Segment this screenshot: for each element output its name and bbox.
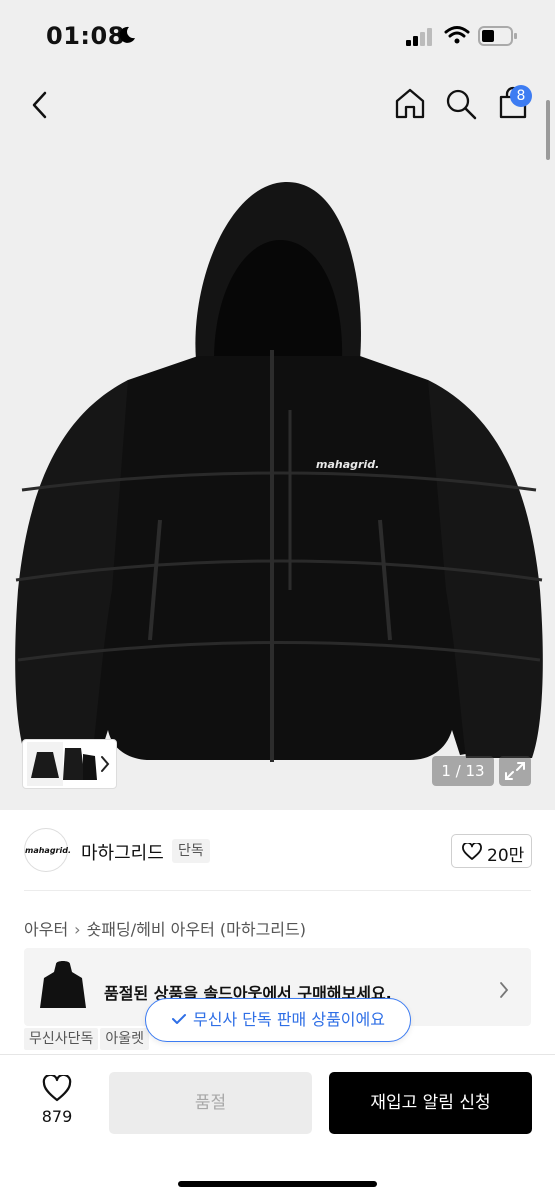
heart-icon [462,843,482,860]
tag: 아울렛 [100,1028,150,1050]
expand-icon [505,762,525,780]
restock-alert-button[interactable]: 재입고 알림 신청 [329,1072,532,1134]
signal-icon [406,28,432,46]
image-page-counter: 1 / 13 [432,756,494,786]
breadcrumb-subcategory[interactable]: 숏패딩/헤비 아우터 (마하그리드) [87,916,306,940]
brand-like-button[interactable]: 20만 [451,834,532,868]
moon-icon [119,26,135,43]
chevron-right-icon: › [74,920,81,939]
thumbnail-images [27,742,97,786]
wifi-icon [444,26,470,44]
wishlist-count: 879 [41,1107,73,1126]
heart-icon [42,1075,72,1102]
cart-count-badge: 8 [510,85,532,107]
home-icon[interactable] [393,86,427,120]
brand-logo[interactable]: mahagrid. [24,828,71,872]
jacket-brand-print: mahagrid. [316,458,379,471]
divider [24,890,531,891]
thumbnail-strip[interactable] [22,739,117,789]
home-indicator [178,1181,377,1187]
breadcrumb: 아우터 › 숏패딩/헤비 아우터 (마하그리드) [24,916,306,940]
status-bar: 01:08 [0,0,555,74]
check-icon [172,1014,187,1024]
brand-like-count: 20만 [487,846,525,866]
chevron-right-icon[interactable] [100,755,110,773]
tag: 무신사단독 [24,1028,99,1050]
expand-button[interactable] [499,756,531,786]
breadcrumb-category[interactable]: 아우터 [24,916,68,940]
product-image: mahagrid. [15,181,543,762]
battery-icon [478,26,517,46]
soldout-button: 품절 [109,1072,312,1134]
search-icon[interactable] [444,87,478,121]
back-icon[interactable] [26,90,56,120]
wishlist-button[interactable]: 879 [36,1075,78,1135]
product-tags: 무신사단독 아울렛 [24,1028,151,1052]
exclusive-tag: 단독 [172,839,210,863]
brand-name[interactable]: 마하그리드 [81,839,164,865]
exclusive-toast: 무신사 단독 판매 상품이에요 [145,998,411,1042]
scrollbar[interactable] [546,100,550,160]
toast-text: 무신사 단독 판매 상품이에요 [193,1010,385,1029]
chevron-right-icon [500,982,509,998]
banner-thumbnail [40,961,86,1008]
status-time: 01:08 [46,22,125,50]
